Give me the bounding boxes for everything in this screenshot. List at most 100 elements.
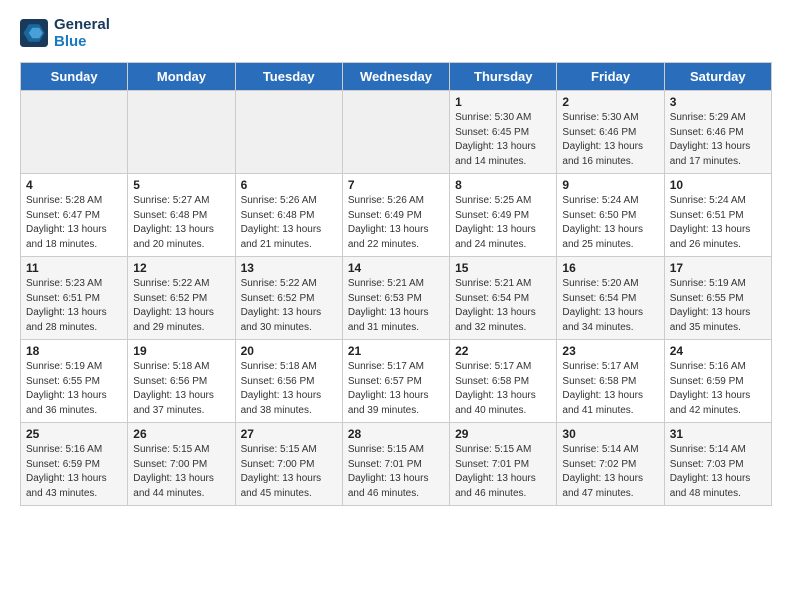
calendar-cell: 17 Sunrise: 5:19 AM Sunset: 6:55 PM Dayli…: [664, 257, 771, 340]
day-details: Sunrise: 5:22 AM Sunset: 6:52 PM Dayligh…: [133, 277, 229, 335]
calendar-cell: 18 Sunrise: 5:19 AM Sunset: 6:55 PM Dayli…: [21, 340, 128, 423]
calendar-cell: 4Sunrise: 5:28 AM Sunset: 6:47 PM Daylig…: [21, 174, 128, 257]
calendar-cell: [128, 91, 235, 174]
day-details: Sunrise: 5:21 AM Sunset: 6:53 PM Dayligh…: [348, 277, 444, 335]
day-details: Sunrise: 5:19 AM Sunset: 6:55 PM Dayligh…: [670, 277, 766, 335]
weekday-header-monday: Monday: [128, 63, 235, 91]
calendar-cell: 20Sunrise: 5:18 AM Sunset: 6:56 PM Dayli…: [235, 340, 342, 423]
logo-text: General Blue: [54, 16, 110, 50]
day-number: 20: [241, 344, 337, 358]
day-number: 13: [241, 261, 337, 275]
day-number: 5: [133, 178, 229, 192]
calendar-week-4: 18 Sunrise: 5:19 AM Sunset: 6:55 PM Dayli…: [21, 340, 772, 423]
day-number: 8: [455, 178, 551, 192]
calendar-cell: 3 Sunrise: 5:29 AM Sunset: 6:46 PM Daylig…: [664, 91, 771, 174]
day-number: 27: [241, 427, 337, 441]
day-number: 11: [26, 261, 122, 275]
day-number: 17: [670, 261, 766, 275]
calendar-cell: 28 Sunrise: 5:15 AM Sunset: 7:01 PM Dayli…: [342, 423, 449, 506]
day-details: Sunrise: 5:30 AM Sunset: 6:46 PM Dayligh…: [562, 111, 658, 169]
day-details: Sunrise: 5:17 AM Sunset: 6:58 PM Dayligh…: [562, 360, 658, 418]
weekday-header-tuesday: Tuesday: [235, 63, 342, 91]
calendar-week-3: 11 Sunrise: 5:23 AM Sunset: 6:51 PM Dayli…: [21, 257, 772, 340]
calendar-cell: 12Sunrise: 5:22 AM Sunset: 6:52 PM Dayli…: [128, 257, 235, 340]
day-details: Sunrise: 5:16 AM Sunset: 6:59 PM Dayligh…: [26, 443, 122, 501]
day-details: Sunrise: 5:18 AM Sunset: 6:56 PM Dayligh…: [133, 360, 229, 418]
weekday-header-wednesday: Wednesday: [342, 63, 449, 91]
day-details: Sunrise: 5:20 AM Sunset: 6:54 PM Dayligh…: [562, 277, 658, 335]
day-details: Sunrise: 5:21 AM Sunset: 6:54 PM Dayligh…: [455, 277, 551, 335]
calendar-cell: 5Sunrise: 5:27 AM Sunset: 6:48 PM Daylig…: [128, 174, 235, 257]
day-number: 23: [562, 344, 658, 358]
calendar-cell: 19 Sunrise: 5:18 AM Sunset: 6:56 PM Dayli…: [128, 340, 235, 423]
day-number: 15: [455, 261, 551, 275]
day-details: Sunrise: 5:15 AM Sunset: 7:00 PM Dayligh…: [241, 443, 337, 501]
logo-icon: [20, 19, 48, 47]
calendar-cell: 26 Sunrise: 5:15 AM Sunset: 7:00 PM Dayli…: [128, 423, 235, 506]
calendar-cell: 31 Sunrise: 5:14 AM Sunset: 7:03 PM Dayli…: [664, 423, 771, 506]
calendar-week-1: 1Sunrise: 5:30 AM Sunset: 6:45 PM Daylig…: [21, 91, 772, 174]
day-details: Sunrise: 5:15 AM Sunset: 7:00 PM Dayligh…: [133, 443, 229, 501]
calendar-cell: 29 Sunrise: 5:15 AM Sunset: 7:01 PM Dayli…: [450, 423, 557, 506]
calendar-cell: 30Sunrise: 5:14 AM Sunset: 7:02 PM Dayli…: [557, 423, 664, 506]
day-details: Sunrise: 5:14 AM Sunset: 7:03 PM Dayligh…: [670, 443, 766, 501]
day-details: Sunrise: 5:23 AM Sunset: 6:51 PM Dayligh…: [26, 277, 122, 335]
day-number: 10: [670, 178, 766, 192]
day-details: Sunrise: 5:17 AM Sunset: 6:57 PM Dayligh…: [348, 360, 444, 418]
calendar-cell: [21, 91, 128, 174]
day-number: 3: [670, 95, 766, 109]
calendar-week-5: 25Sunrise: 5:16 AM Sunset: 6:59 PM Dayli…: [21, 423, 772, 506]
day-number: 16: [562, 261, 658, 275]
calendar-cell: 9Sunrise: 5:24 AM Sunset: 6:50 PM Daylig…: [557, 174, 664, 257]
weekday-header-thursday: Thursday: [450, 63, 557, 91]
calendar-cell: [235, 91, 342, 174]
calendar-cell: 1Sunrise: 5:30 AM Sunset: 6:45 PM Daylig…: [450, 91, 557, 174]
logo: General Blue: [20, 16, 110, 50]
day-details: Sunrise: 5:17 AM Sunset: 6:58 PM Dayligh…: [455, 360, 551, 418]
calendar-cell: [342, 91, 449, 174]
day-number: 19: [133, 344, 229, 358]
calendar-cell: 27 Sunrise: 5:15 AM Sunset: 7:00 PM Dayli…: [235, 423, 342, 506]
calendar-week-2: 4Sunrise: 5:28 AM Sunset: 6:47 PM Daylig…: [21, 174, 772, 257]
day-details: Sunrise: 5:19 AM Sunset: 6:55 PM Dayligh…: [26, 360, 122, 418]
day-number: 24: [670, 344, 766, 358]
day-details: Sunrise: 5:28 AM Sunset: 6:47 PM Dayligh…: [26, 194, 122, 252]
day-details: Sunrise: 5:30 AM Sunset: 6:45 PM Dayligh…: [455, 111, 551, 169]
day-details: Sunrise: 5:26 AM Sunset: 6:48 PM Dayligh…: [241, 194, 337, 252]
day-details: Sunrise: 5:24 AM Sunset: 6:51 PM Dayligh…: [670, 194, 766, 252]
day-number: 7: [348, 178, 444, 192]
calendar-cell: 13 Sunrise: 5:22 AM Sunset: 6:52 PM Dayli…: [235, 257, 342, 340]
day-details: Sunrise: 5:15 AM Sunset: 7:01 PM Dayligh…: [348, 443, 444, 501]
calendar-cell: 6 Sunrise: 5:26 AM Sunset: 6:48 PM Daylig…: [235, 174, 342, 257]
day-number: 28: [348, 427, 444, 441]
calendar-cell: 22Sunrise: 5:17 AM Sunset: 6:58 PM Dayli…: [450, 340, 557, 423]
calendar-cell: 11 Sunrise: 5:23 AM Sunset: 6:51 PM Dayli…: [21, 257, 128, 340]
day-details: Sunrise: 5:16 AM Sunset: 6:59 PM Dayligh…: [670, 360, 766, 418]
day-number: 30: [562, 427, 658, 441]
day-number: 2: [562, 95, 658, 109]
calendar-cell: 24 Sunrise: 5:16 AM Sunset: 6:59 PM Dayli…: [664, 340, 771, 423]
day-number: 18: [26, 344, 122, 358]
day-number: 26: [133, 427, 229, 441]
day-details: Sunrise: 5:15 AM Sunset: 7:01 PM Dayligh…: [455, 443, 551, 501]
day-details: Sunrise: 5:29 AM Sunset: 6:46 PM Dayligh…: [670, 111, 766, 169]
calendar-cell: 21 Sunrise: 5:17 AM Sunset: 6:57 PM Dayli…: [342, 340, 449, 423]
calendar-cell: 23 Sunrise: 5:17 AM Sunset: 6:58 PM Dayli…: [557, 340, 664, 423]
day-number: 31: [670, 427, 766, 441]
weekday-header-row: SundayMondayTuesdayWednesdayThursdayFrid…: [21, 63, 772, 91]
calendar-cell: 14 Sunrise: 5:21 AM Sunset: 6:53 PM Dayli…: [342, 257, 449, 340]
calendar-cell: 8Sunrise: 5:25 AM Sunset: 6:49 PM Daylig…: [450, 174, 557, 257]
calendar-cell: 25Sunrise: 5:16 AM Sunset: 6:59 PM Dayli…: [21, 423, 128, 506]
day-number: 6: [241, 178, 337, 192]
day-number: 21: [348, 344, 444, 358]
day-number: 14: [348, 261, 444, 275]
page: General Blue SundayMondayTuesdayWednesda…: [0, 0, 792, 522]
day-number: 29: [455, 427, 551, 441]
calendar-cell: 15 Sunrise: 5:21 AM Sunset: 6:54 PM Dayli…: [450, 257, 557, 340]
weekday-header-saturday: Saturday: [664, 63, 771, 91]
day-details: Sunrise: 5:22 AM Sunset: 6:52 PM Dayligh…: [241, 277, 337, 335]
calendar-cell: 2 Sunrise: 5:30 AM Sunset: 6:46 PM Daylig…: [557, 91, 664, 174]
weekday-header-sunday: Sunday: [21, 63, 128, 91]
day-number: 9: [562, 178, 658, 192]
calendar-cell: 16 Sunrise: 5:20 AM Sunset: 6:54 PM Dayli…: [557, 257, 664, 340]
